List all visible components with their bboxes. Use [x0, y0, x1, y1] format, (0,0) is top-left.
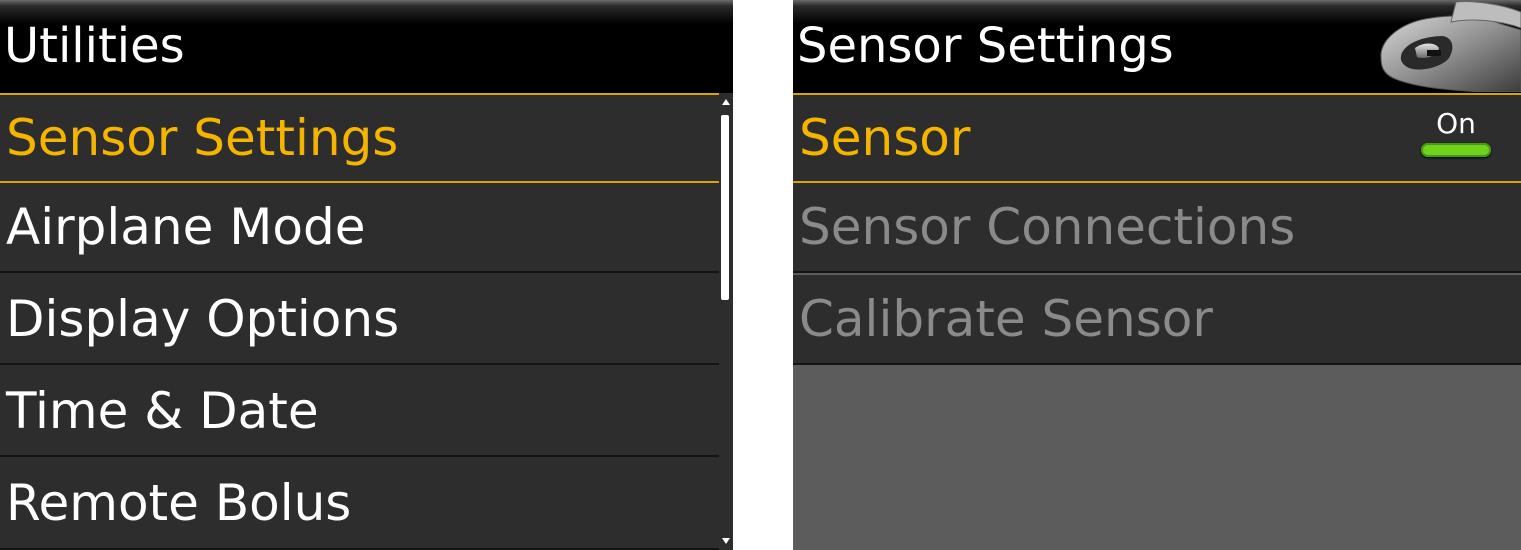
sensor-toggle[interactable]: On — [1419, 109, 1493, 167]
scroll-thumb[interactable] — [721, 115, 729, 300]
menu-item-sensor-connections: Sensor Connections — [793, 183, 1521, 273]
menu-item-remote-bolus[interactable]: Remote Bolus — [0, 459, 719, 550]
toggle-on-indicator — [1421, 143, 1491, 157]
scroll-down-icon — [722, 538, 730, 544]
menu-item-display-options[interactable]: Display Options — [0, 275, 719, 365]
sensor-device-icon — [1380, 1, 1521, 92]
scroll-up-icon — [722, 99, 730, 105]
utilities-screen: Utilities Sensor Settings Airplane Mode … — [0, 0, 733, 550]
sensor-settings-screen: Sensor Settings Sensor On Sensor Connect… — [793, 0, 1521, 550]
menu-item-airplane-mode[interactable]: Airplane Mode — [0, 183, 719, 273]
screen-title: Utilities — [0, 0, 733, 93]
menu-item-calibrate-sensor: Calibrate Sensor — [793, 275, 1521, 365]
menu-item-label: Sensor — [799, 109, 971, 167]
menu-item-time-date[interactable]: Time & Date — [0, 367, 719, 457]
menu-item-sensor[interactable]: Sensor On — [793, 93, 1521, 183]
menu-item-sensor-settings[interactable]: Sensor Settings — [0, 93, 719, 183]
scrollbar[interactable] — [719, 93, 733, 550]
toggle-state-label: On — [1436, 107, 1476, 140]
